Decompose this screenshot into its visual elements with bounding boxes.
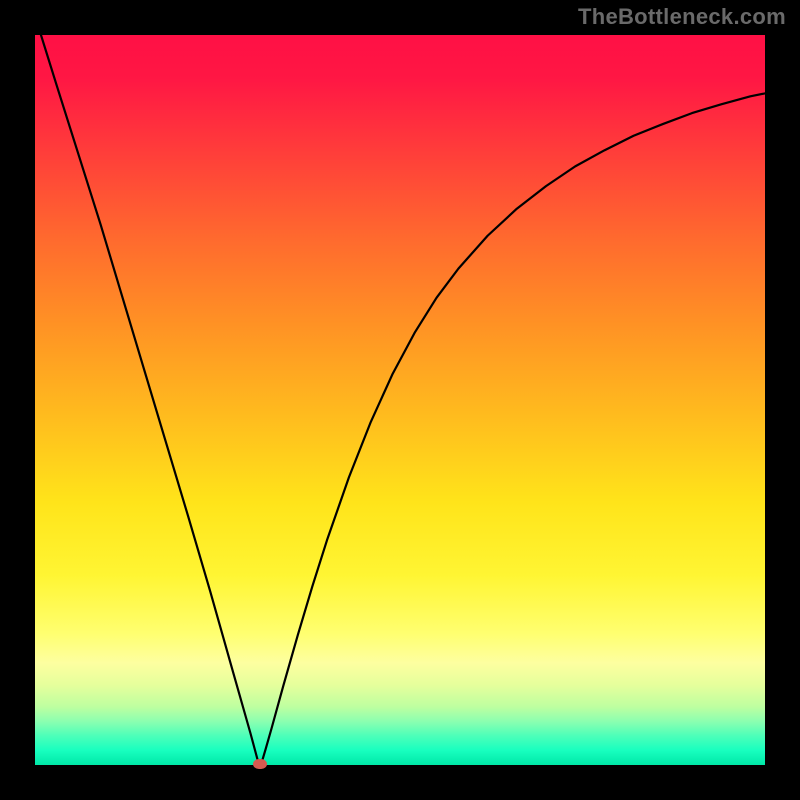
curve-path xyxy=(41,35,765,765)
bottleneck-curve xyxy=(35,35,765,765)
minimum-marker xyxy=(253,759,267,769)
watermark-text: TheBottleneck.com xyxy=(578,4,786,30)
chart-frame: TheBottleneck.com xyxy=(0,0,800,800)
plot-area xyxy=(35,35,765,765)
